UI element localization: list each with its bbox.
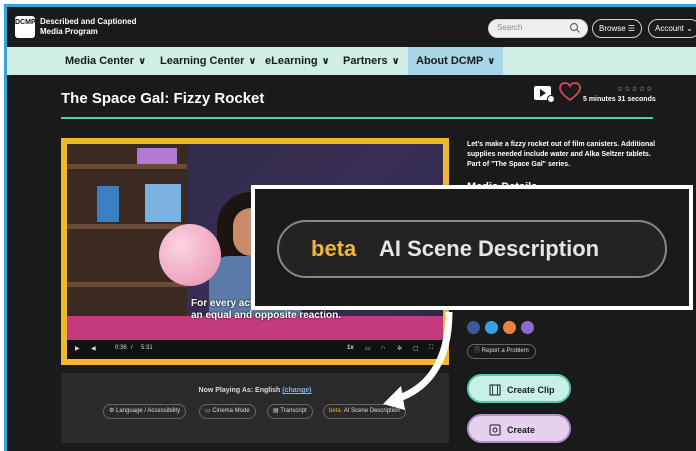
embed-share-icon[interactable]	[521, 321, 534, 334]
current-time: 0:36	[115, 345, 127, 351]
nav-item-elearning[interactable]: eLearning ∨	[265, 47, 330, 75]
app-window: DCMP Described and Captioned Media Progr…	[4, 4, 696, 451]
chip-label: Cinema Mode	[212, 408, 250, 414]
chevron-down-icon: ∨	[138, 56, 147, 67]
book-prop	[97, 186, 119, 222]
brand-name[interactable]: Described and Captioned Media Program	[40, 17, 150, 37]
now-playing-text: Now Playing As: English	[198, 387, 281, 394]
total-time: 5:31	[141, 345, 153, 351]
cinema-mode-button[interactable]: ▭ Cinema Mode	[199, 404, 256, 419]
change-language-link[interactable]: (change)	[282, 387, 311, 394]
play-icon[interactable]: ▶	[75, 345, 80, 352]
time-separator: /	[131, 345, 133, 351]
link-share-icon[interactable]	[503, 321, 516, 334]
media-description: Let's make a fizzy rocket out of film ca…	[467, 141, 656, 168]
shelf-board	[67, 224, 187, 229]
search-input[interactable]: Search	[488, 19, 588, 38]
report-problem-button[interactable]: ⓘ Report a Problem	[467, 344, 536, 359]
chevron-down-icon: ∨	[391, 56, 400, 67]
nav-label: Media Center	[65, 55, 135, 67]
chevron-down-icon: ∨	[487, 56, 496, 67]
language-accessibility-button[interactable]: ⚙ Language / Accessibility	[103, 404, 187, 419]
book-prop	[137, 148, 177, 164]
chevron-down-icon: ∨	[248, 56, 257, 67]
nav-item-media-center[interactable]: Media Center ∨	[65, 47, 146, 75]
gear-icon: ⚙	[109, 408, 117, 414]
report-label: Report a Problem	[481, 348, 529, 354]
chip-label: Language / Accessibility	[116, 408, 181, 414]
facebook-share-icon[interactable]	[467, 321, 480, 334]
beta-badge: beta	[329, 408, 341, 414]
account-label: Account	[655, 24, 684, 33]
nav-item-about-dcmp[interactable]: About DCMP ∨	[408, 47, 504, 75]
page-title: The Space Gal: Fizzy Rocket	[61, 90, 265, 107]
ai-scene-description-label-large: AI Scene Description	[379, 236, 600, 261]
shelf-board	[67, 282, 187, 287]
speed-button[interactable]: 1x	[347, 345, 354, 351]
volume-icon[interactable]: ◀	[91, 345, 96, 352]
heart-icon[interactable]	[559, 82, 581, 102]
dcmp-logo[interactable]: DCMP	[15, 16, 36, 38]
film-icon	[489, 384, 501, 396]
callout-arrow-icon	[383, 311, 453, 410]
rating-stars[interactable]: ☆☆☆☆☆	[617, 85, 653, 93]
chip-label: Transcript	[280, 408, 307, 414]
main-nav: Media Center ∨ Learning Center ∨ eLearning…	[7, 47, 696, 75]
chevron-down-icon: ∨	[321, 56, 330, 67]
beta-badge-large: beta	[311, 236, 357, 261]
video-scene-balloon	[159, 224, 221, 286]
chevron-down-icon: ⌄	[686, 24, 693, 33]
create-lesson-button[interactable]: Create Lesson	[467, 414, 571, 443]
nav-label: eLearning	[265, 55, 318, 67]
nav-item-learning-center[interactable]: Learning Center ∨	[160, 47, 256, 75]
browse-button[interactable]: Browse ☰	[592, 19, 643, 38]
duration-text: 5 minutes 31 seconds	[583, 96, 656, 103]
search-icon[interactable]	[569, 22, 581, 34]
nav-label: Partners	[343, 55, 388, 67]
browse-label: Browse	[599, 24, 626, 33]
nav-label: About DCMP	[416, 55, 484, 67]
captions-icon[interactable]: ▭	[365, 345, 371, 352]
nav-item-partners[interactable]: Partners ∨	[343, 47, 400, 75]
shelf-board	[67, 164, 187, 169]
info-icon: ⓘ	[474, 348, 482, 354]
top-bar: DCMP Described and Captioned Media Progr…	[7, 7, 696, 47]
transcript-button[interactable]: ▤ Transcript	[267, 404, 313, 419]
create-clip-button[interactable]: Create Clip	[467, 374, 571, 403]
twitter-share-icon[interactable]	[485, 321, 498, 334]
book-prop	[145, 184, 181, 222]
zoom-callout: beta AI Scene Description	[251, 185, 693, 310]
create-clip-label: Create Clip	[507, 385, 555, 395]
search-placeholder: Search	[497, 23, 523, 32]
nav-label: Learning Center	[160, 55, 245, 67]
lesson-icon	[489, 424, 501, 436]
menu-lines-icon: ☰	[627, 24, 636, 33]
title-divider	[61, 117, 653, 119]
media-play-icon[interactable]	[533, 85, 555, 103]
ai-scene-description-zoom[interactable]: beta AI Scene Description	[277, 220, 667, 278]
account-button[interactable]: Account ⌄	[648, 19, 696, 38]
create-lesson-label: Create Lesson	[507, 425, 536, 435]
